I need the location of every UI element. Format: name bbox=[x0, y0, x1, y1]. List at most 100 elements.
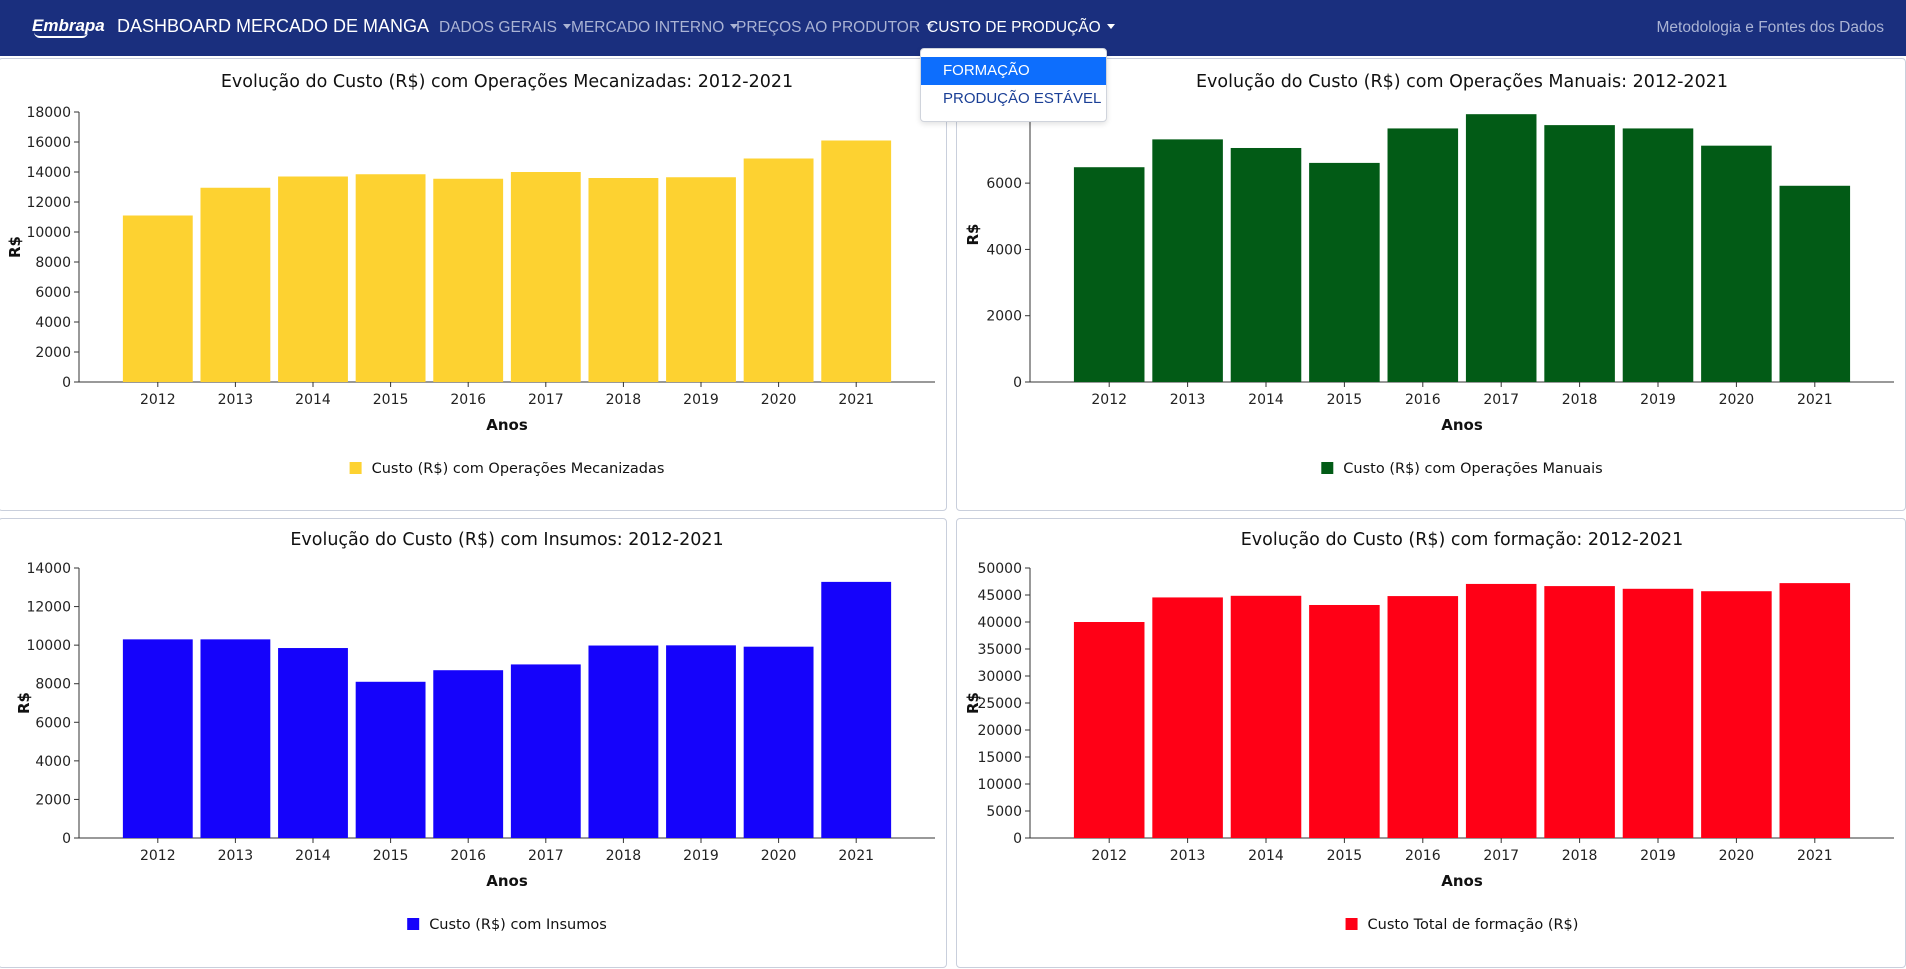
x-tick-label: 2013 bbox=[1170, 848, 1206, 864]
bar-2020[interactable] bbox=[743, 158, 814, 383]
legend-swatch bbox=[349, 462, 362, 474]
bar-2012[interactable] bbox=[122, 215, 193, 383]
x-tick-label: 2016 bbox=[450, 392, 486, 408]
y-tick-label: 14000 bbox=[26, 165, 71, 181]
bar-2016[interactable] bbox=[1387, 596, 1459, 838]
chart-legend[interactable]: Custo (R$) com Operações Manuais bbox=[1321, 461, 1603, 477]
bar-2012[interactable] bbox=[122, 639, 193, 838]
bar-2015[interactable] bbox=[1309, 604, 1380, 838]
x-tick-label: 2017 bbox=[1483, 392, 1519, 408]
x-tick-label: 2021 bbox=[1797, 848, 1833, 864]
bar-2013[interactable] bbox=[200, 187, 271, 382]
methodology-link[interactable]: Metodologia e Fontes dos Dados bbox=[1657, 19, 1884, 37]
bar-2014[interactable] bbox=[1230, 595, 1302, 838]
bar-2019[interactable] bbox=[666, 645, 736, 838]
bar-2020[interactable] bbox=[1701, 145, 1772, 382]
x-tick-label: 2018 bbox=[1562, 848, 1598, 864]
chart-panel-insumos: Evolução do Custo (R$) com Insumos: 2012… bbox=[0, 518, 947, 968]
y-axis-label: R$ bbox=[15, 692, 33, 714]
bar-2019[interactable] bbox=[1622, 588, 1694, 838]
menu-precos-produtor-label: PREÇOS AO PRODUTOR bbox=[736, 19, 921, 36]
bar-2012[interactable] bbox=[1073, 167, 1145, 382]
x-tick-label: 2014 bbox=[295, 392, 331, 408]
bar-2015[interactable] bbox=[355, 681, 426, 838]
dropdown-item-producao-estavel[interactable]: PRODUÇÃO ESTÁVEL bbox=[921, 85, 1106, 113]
x-tick-label: 2016 bbox=[1405, 848, 1441, 864]
bar-2013[interactable] bbox=[1152, 597, 1223, 838]
y-tick-label: 15000 bbox=[977, 750, 1022, 766]
chart-legend[interactable]: Custo Total de formação (R$) bbox=[1345, 917, 1579, 933]
menu-mercado-interno[interactable]: MERCADO INTERNO bbox=[571, 19, 739, 37]
y-tick-label: 4000 bbox=[986, 242, 1022, 258]
bar-2016[interactable] bbox=[433, 178, 504, 382]
bar-2012[interactable] bbox=[1073, 622, 1145, 838]
bar-2018[interactable] bbox=[588, 178, 659, 382]
x-tick-label: 2016 bbox=[1405, 392, 1441, 408]
bar-2016[interactable] bbox=[1387, 128, 1459, 382]
x-tick-label: 2018 bbox=[606, 848, 642, 864]
y-tick-label: 8000 bbox=[35, 677, 71, 693]
chart-legend[interactable]: Custo (R$) com Operações Mecanizadas bbox=[349, 461, 665, 477]
bar-2014[interactable] bbox=[1230, 147, 1302, 382]
chart-manuais: Evolução do Custo (R$) com Operações Man… bbox=[964, 72, 1894, 477]
bar-2021[interactable] bbox=[821, 140, 892, 383]
bar-2020[interactable] bbox=[1701, 591, 1772, 838]
bar-2021[interactable] bbox=[1779, 583, 1851, 838]
y-tick-label: 2000 bbox=[35, 345, 71, 361]
y-tick-label: 4000 bbox=[35, 315, 71, 331]
x-tick-label: 2017 bbox=[528, 848, 564, 864]
chart-title: Evolução do Custo (R$) com Insumos: 2012… bbox=[290, 530, 723, 550]
bar-2016[interactable] bbox=[433, 670, 504, 838]
bar-2013[interactable] bbox=[1152, 139, 1223, 382]
bar-2019[interactable] bbox=[1622, 128, 1694, 382]
x-tick-label: 2020 bbox=[761, 392, 797, 408]
bar-2015[interactable] bbox=[355, 174, 426, 382]
bar-2014[interactable] bbox=[278, 176, 348, 383]
chart-legend[interactable]: Custo (R$) com Insumos bbox=[407, 917, 607, 933]
menu-mercado-interno-label: MERCADO INTERNO bbox=[571, 19, 725, 36]
bar-2018[interactable] bbox=[1544, 586, 1615, 838]
chart-panel-manuais: Evolução do Custo (R$) com Operações Man… bbox=[956, 58, 1906, 511]
chart-mecanizadas: Evolução do Custo (R$) com Operações Mec… bbox=[6, 72, 935, 477]
x-tick-label: 2021 bbox=[838, 848, 874, 864]
chevron-down-icon bbox=[1106, 24, 1115, 29]
bar-2017[interactable] bbox=[1465, 583, 1537, 838]
bar-2021[interactable] bbox=[821, 581, 892, 838]
y-tick-label: 6000 bbox=[35, 715, 71, 731]
bar-2019[interactable] bbox=[666, 177, 736, 382]
bar-2017[interactable] bbox=[1465, 114, 1537, 382]
y-axis-label: R$ bbox=[964, 224, 982, 246]
x-tick-label: 2015 bbox=[1327, 392, 1363, 408]
y-tick-label: 0 bbox=[1013, 831, 1022, 847]
dropdown-item-formacao[interactable]: FORMAÇÃO bbox=[921, 57, 1106, 85]
y-tick-label: 0 bbox=[62, 375, 71, 391]
x-tick-label: 2018 bbox=[1562, 392, 1598, 408]
y-tick-label: 0 bbox=[62, 831, 71, 847]
legend-label: Custo (R$) com Insumos bbox=[429, 917, 607, 933]
y-axis-label: R$ bbox=[6, 236, 24, 258]
bar-2014[interactable] bbox=[278, 648, 348, 838]
bar-2021[interactable] bbox=[1779, 185, 1851, 382]
menu-custo-producao[interactable]: CUSTO DE PRODUÇÃO bbox=[927, 19, 1115, 37]
bar-2015[interactable] bbox=[1309, 162, 1380, 382]
menu-dados-gerais[interactable]: DADOS GERAIS bbox=[439, 19, 571, 37]
bar-2018[interactable] bbox=[588, 645, 659, 838]
bar-2020[interactable] bbox=[743, 646, 814, 838]
y-tick-label: 8000 bbox=[35, 255, 71, 271]
legend-swatch bbox=[1345, 918, 1358, 930]
legend-swatch bbox=[407, 918, 420, 930]
bar-2017[interactable] bbox=[510, 172, 581, 382]
bar-2017[interactable] bbox=[510, 664, 581, 838]
x-tick-label: 2019 bbox=[683, 848, 719, 864]
x-axis-label: Anos bbox=[486, 872, 528, 890]
embrapa-logo[interactable]: Embrapa bbox=[32, 16, 105, 40]
y-tick-label: 20000 bbox=[977, 723, 1022, 739]
x-tick-label: 2017 bbox=[1483, 848, 1519, 864]
dashboard-title[interactable]: DASHBOARD MERCADO DE MANGA bbox=[117, 16, 429, 37]
menu-precos-produtor[interactable]: PREÇOS AO PRODUTOR bbox=[736, 19, 935, 37]
bar-2018[interactable] bbox=[1544, 125, 1615, 382]
x-tick-label: 2020 bbox=[761, 848, 797, 864]
y-tick-label: 5000 bbox=[986, 804, 1022, 820]
legend-label: Custo (R$) com Operações Manuais bbox=[1343, 461, 1602, 477]
bar-2013[interactable] bbox=[200, 639, 271, 838]
